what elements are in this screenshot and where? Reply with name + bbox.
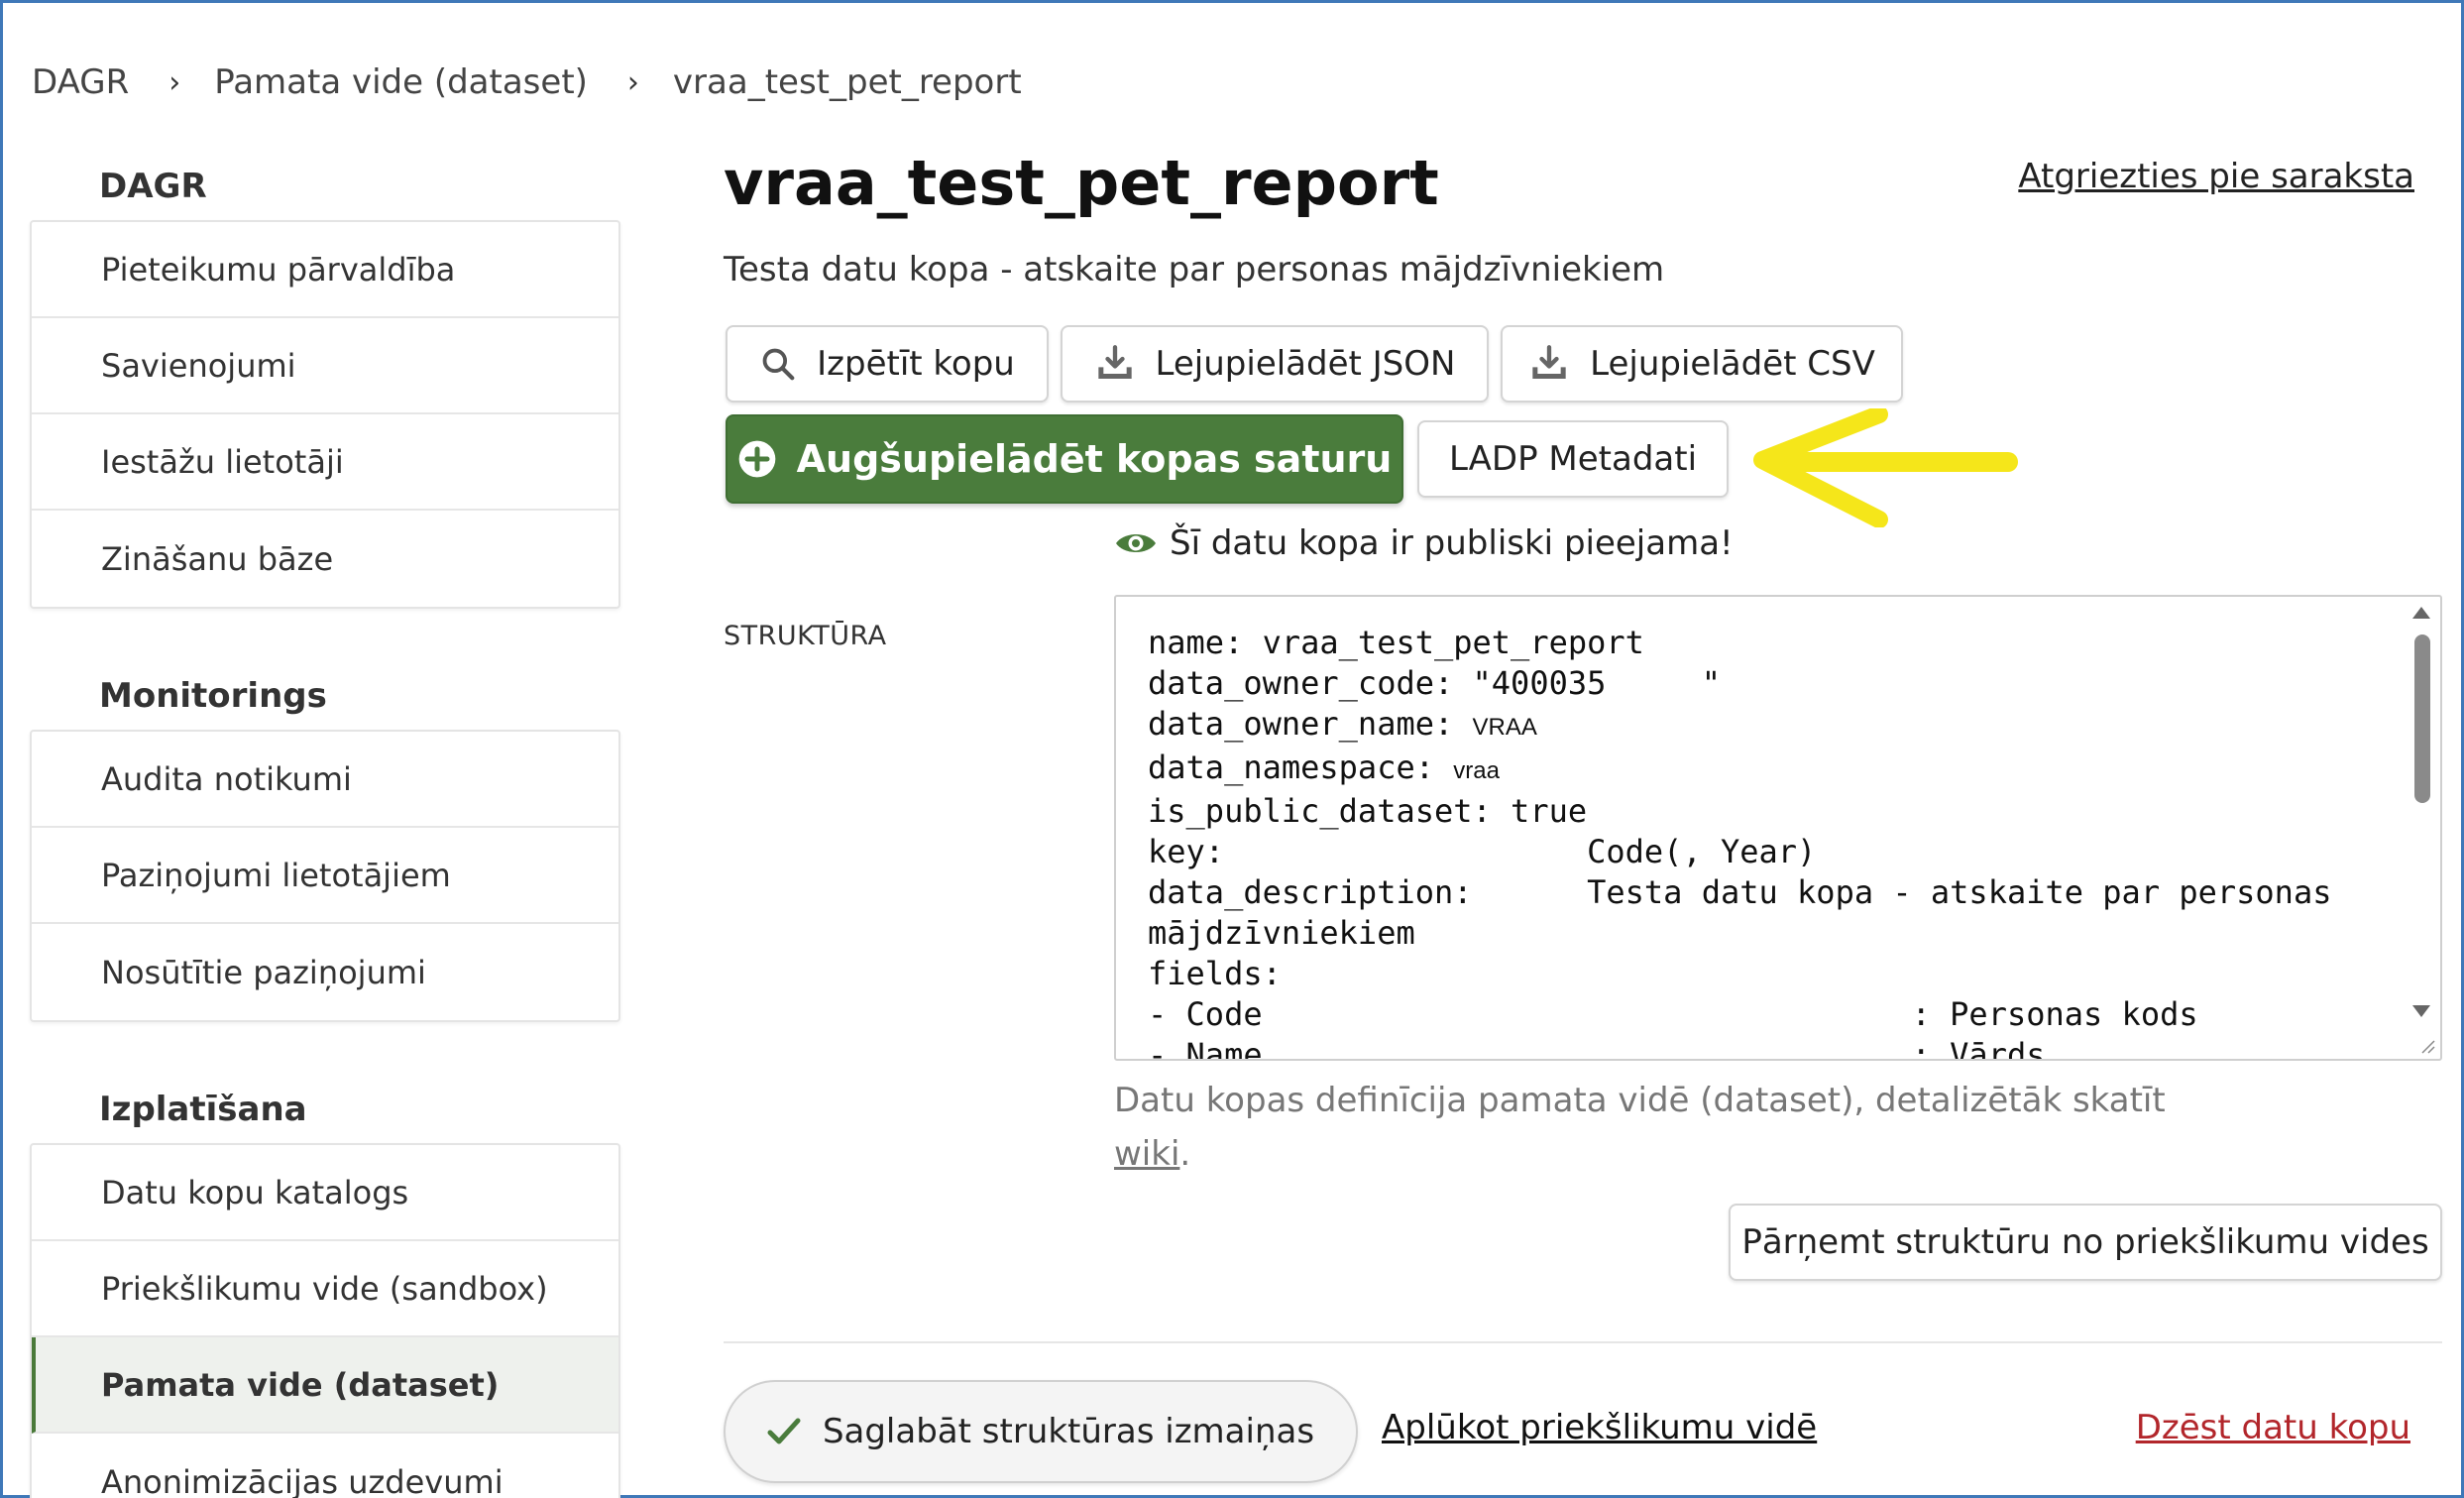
- public-dataset-note: Šī datu kopa ir publiski pieejama!: [1114, 523, 1734, 563]
- code-value-owner-name: VRAA: [1472, 714, 1537, 741]
- sidebar-group-distribution: Datu kopu katalogs Priekšlikumu vide (sa…: [30, 1143, 620, 1498]
- code-line: data_namespace: vraa: [1148, 748, 2331, 791]
- download-json-button[interactable]: Lejupielādēt JSON: [1061, 325, 1489, 403]
- sidebar-item-catalog[interactable]: Datu kopu katalogs: [32, 1145, 618, 1241]
- sidebar-item-knowledge-base[interactable]: Zināšanu bāze: [32, 511, 618, 607]
- chevron-right-icon: ›: [626, 64, 639, 100]
- save-structure-button[interactable]: Saglabāt struktūras izmaiņas: [724, 1380, 1358, 1483]
- sidebar-item-user-notifications[interactable]: Paziņojumi lietotājiem: [32, 828, 618, 924]
- sidebar-item-connections[interactable]: Savienojumi: [32, 318, 618, 414]
- sidebar-group-dagr: Pieteikumu pārvaldība Savienojumi Iestāž…: [30, 220, 620, 609]
- sidebar-section-title: Izplatīšana: [99, 1090, 307, 1129]
- delete-dataset-link[interactable]: Dzēst datu kopu: [2136, 1408, 2410, 1447]
- breadcrumb-item-dataset[interactable]: Pamata vide (dataset): [214, 62, 588, 102]
- annotation-arrow-icon: [1753, 408, 2018, 527]
- sidebar-item-anonymization[interactable]: Anonimizācijas uzdevumi: [32, 1434, 618, 1498]
- take-structure-label: Pārņemt struktūru no priekšlikumu vides: [1741, 1222, 2429, 1262]
- breadcrumb-item-current: vraa_test_pet_report: [672, 62, 1022, 102]
- download-csv-button[interactable]: Lejupielādēt CSV: [1501, 325, 1903, 403]
- download-json-label: Lejupielādēt JSON: [1155, 344, 1456, 384]
- code-line: data_description: Testa datu kopa - atsk…: [1148, 873, 2332, 911]
- upload-content-button[interactable]: Augšupielādēt kopas saturu: [726, 414, 1403, 504]
- code-line: is_public_dataset: true: [1148, 792, 1588, 830]
- scrollbar-thumb[interactable]: [2414, 634, 2430, 803]
- save-structure-label: Saglabāt struktūras izmaiņas: [822, 1412, 1315, 1451]
- sidebar-item-applications[interactable]: Pieteikumu pārvaldība: [32, 222, 618, 318]
- divider: [724, 1341, 2442, 1343]
- explore-button[interactable]: Izpētīt kopu: [726, 325, 1049, 403]
- download-icon: [1532, 345, 1566, 379]
- hint-text: Datu kopas definīcija pamata vidē (datas…: [1114, 1081, 2166, 1120]
- structure-editor[interactable]: name: vraa_test_pet_report data_owner_cod…: [1114, 595, 2442, 1061]
- download-icon: [1097, 345, 1132, 379]
- sidebar-item-sandbox[interactable]: Priekšlikumu vide (sandbox): [32, 1241, 618, 1337]
- sidebar-item-dataset[interactable]: Pamata vide (dataset): [32, 1337, 618, 1434]
- hint-period: .: [1179, 1134, 1191, 1174]
- download-csv-label: Lejupielādēt CSV: [1590, 344, 1875, 384]
- code-key: data_owner_name:: [1148, 705, 1473, 743]
- code-line: mājdzīvniekiem: [1148, 914, 1415, 952]
- scroll-up-arrow[interactable]: [2412, 607, 2430, 619]
- sidebar-item-institution-users[interactable]: Iestāžu lietotāji: [32, 414, 618, 511]
- wiki-link[interactable]: wiki: [1114, 1134, 1179, 1174]
- structure-code: name: vraa_test_pet_report data_owner_cod…: [1148, 623, 2332, 1061]
- upload-content-label: Augšupielādēt kopas saturu: [796, 437, 1393, 481]
- code-value-namespace: vraa: [1453, 757, 1500, 784]
- ladp-metadata-button[interactable]: LADP Metadati: [1417, 420, 1729, 498]
- resize-grip-icon[interactable]: [2418, 1037, 2436, 1055]
- take-structure-button[interactable]: Pārņemt struktūru no priekšlikumu vides: [1729, 1204, 2442, 1281]
- public-dataset-text: Šī datu kopa ir publiski pieejama!: [1170, 523, 1734, 563]
- chevron-right-icon: ›: [168, 64, 181, 100]
- sidebar-section-title: Monitorings: [99, 676, 327, 716]
- breadcrumb-item-dagr[interactable]: DAGR: [32, 62, 129, 102]
- check-icon: [767, 1418, 801, 1444]
- code-line: fields:: [1148, 955, 1282, 992]
- page-title: vraa_test_pet_report: [724, 147, 1439, 219]
- back-to-list-link[interactable]: Atgriezties pie saraksta: [2018, 157, 2414, 196]
- sidebar-section-title: DAGR: [99, 167, 207, 206]
- scroll-down-arrow[interactable]: [2412, 1005, 2430, 1017]
- breadcrumb: DAGR › Pamata vide (dataset) › vraa_test…: [32, 58, 1022, 107]
- code-line: - Name : Vārds: [1148, 1036, 2046, 1061]
- structure-label: STRUKTŪRA: [724, 621, 887, 651]
- code-line: data_owner_name: VRAA: [1148, 704, 2331, 748]
- dataset-description: Testa datu kopa - atskaite par personas …: [724, 250, 1665, 289]
- ladp-metadata-label: LADP Metadati: [1448, 439, 1698, 479]
- search-icon: [762, 348, 795, 381]
- code-line: data_owner_code: "400035 ": [1148, 664, 1721, 702]
- structure-hint: Datu kopas definīcija pamata vidē (datas…: [1114, 1074, 2204, 1181]
- sidebar: DAGR Pieteikumu pārvaldība Savienojumi I…: [30, 159, 620, 1498]
- sidebar-item-sent-notifications[interactable]: Nosūtītie paziņojumi: [32, 924, 618, 1020]
- code-key: data_namespace:: [1148, 749, 1454, 786]
- code-line: - Code : Personas kods: [1148, 995, 2198, 1033]
- explore-button-label: Izpētīt kopu: [817, 344, 1015, 384]
- code-line: key: Code(, Year): [1148, 833, 1817, 870]
- sidebar-group-monitoring: Audita notikumi Paziņojumi lietotājiem N…: [30, 730, 620, 1022]
- eye-icon: [1116, 534, 1156, 552]
- sidebar-item-audit-events[interactable]: Audita notikumi: [32, 732, 618, 828]
- view-sandbox-link[interactable]: Aplūkot priekšlikumu vidē: [1382, 1408, 1817, 1447]
- code-line: name: vraa_test_pet_report: [1148, 624, 1644, 661]
- plus-circle-icon: [738, 440, 775, 478]
